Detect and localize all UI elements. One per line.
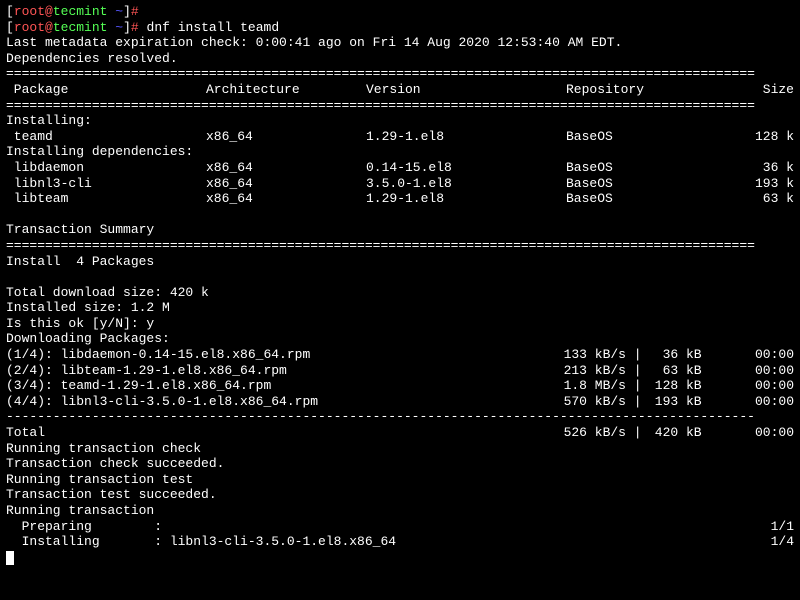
metadata-check-line: Last metadata expiration check: 0:00:41 …	[6, 35, 794, 51]
blank-1	[6, 207, 794, 223]
download-size: Total download size: 420 k	[6, 285, 794, 301]
downloading-label: Downloading Packages:	[6, 331, 794, 347]
install-count: Install 4 Packages	[6, 254, 794, 270]
cursor-icon	[6, 551, 14, 565]
header-arch: Architecture	[206, 82, 366, 98]
installed-size: Installed size: 1.2 M	[6, 300, 794, 316]
blank-2	[6, 269, 794, 285]
command-text: dnf install teamd	[147, 20, 280, 35]
table-row: Preparing : 1/1	[6, 519, 794, 535]
package-table-deps: libdaemon x86_64 0.14-15.el8 BaseOS 36 k…	[6, 160, 794, 207]
header-size: Size	[726, 82, 794, 98]
table-row: (4/4): libnl3-cli-3.5.0-1.el8.x86_64.rpm…	[6, 394, 794, 410]
transaction-check: Running transaction check	[6, 441, 794, 457]
download-table: (1/4): libdaemon-0.14-15.el8.x86_64.rpm …	[6, 347, 794, 409]
separator-header: ========================================…	[6, 98, 794, 114]
header-repo: Repository	[566, 82, 726, 98]
table-row: teamd x86_64 1.29-1.el8 BaseOS 128 k	[6, 129, 794, 145]
prompt-line-1: [root@tecmint ~]#	[6, 4, 794, 20]
table-row: (1/4): libdaemon-0.14-15.el8.x86_64.rpm …	[6, 347, 794, 363]
header-package: Package	[6, 82, 206, 98]
progress-table: Preparing : 1/1 Installing : libnl3-cli-…	[6, 519, 794, 550]
table-row: libteam x86_64 1.29-1.el8 BaseOS 63 k	[6, 191, 794, 207]
table-row: libdaemon x86_64 0.14-15.el8 BaseOS 36 k	[6, 160, 794, 176]
transaction-running: Running transaction	[6, 503, 794, 519]
prompt-line-2[interactable]: [root@tecmint ~]# dnf install teamd	[6, 20, 794, 36]
cursor-line[interactable]	[6, 550, 794, 566]
transaction-test-ok: Transaction test succeeded.	[6, 487, 794, 503]
table-row: (3/4): teamd-1.29-1.el8.x86_64.rpm 1.8 M…	[6, 378, 794, 394]
confirm-prompt[interactable]: Is this ok [y/N]: y	[6, 316, 794, 332]
table-row: (2/4): libteam-1.29-1.el8.x86_64.rpm 213…	[6, 363, 794, 379]
transaction-summary-label: Transaction Summary	[6, 222, 794, 238]
installing-deps-label: Installing dependencies:	[6, 144, 794, 160]
installing-label: Installing:	[6, 113, 794, 129]
total-table: Total 526 kB/s | 420 kB 00:00	[6, 425, 794, 441]
transaction-test: Running transaction test	[6, 472, 794, 488]
separator-summary: ========================================…	[6, 238, 794, 254]
transaction-check-ok: Transaction check succeeded.	[6, 456, 794, 472]
table-row: libnl3-cli x86_64 3.5.0-1.el8 BaseOS 193…	[6, 176, 794, 192]
dash-separator: ----------------------------------------…	[6, 409, 794, 425]
separator-top: ========================================…	[6, 66, 794, 82]
package-table-main: teamd x86_64 1.29-1.el8 BaseOS 128 k	[6, 129, 794, 145]
header-version: Version	[366, 82, 566, 98]
table-row: Installing : libnl3-cli-3.5.0-1.el8.x86_…	[6, 534, 794, 550]
deps-resolved-line: Dependencies resolved.	[6, 51, 794, 67]
package-table-header: Package Architecture Version Repository …	[6, 82, 794, 98]
table-row: Total 526 kB/s | 420 kB 00:00	[6, 425, 794, 441]
